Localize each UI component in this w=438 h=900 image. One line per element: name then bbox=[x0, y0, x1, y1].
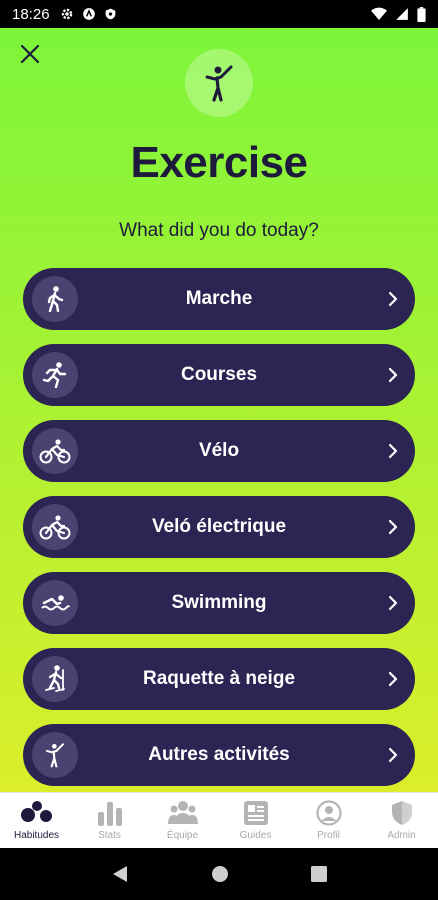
chevron-right-icon bbox=[388, 595, 398, 611]
security-shield-icon bbox=[105, 8, 115, 20]
person-stretch-icon bbox=[205, 65, 233, 102]
bottom-nav: Habitudes Stats Équipe Guides Profil Adm… bbox=[0, 792, 438, 848]
settings-gear-icon bbox=[61, 8, 72, 20]
nav-label: Équipe bbox=[166, 830, 199, 841]
bar-chart-icon bbox=[97, 802, 122, 826]
nav-label: Guides bbox=[239, 830, 272, 841]
team-icon bbox=[167, 801, 198, 824]
nav-guides[interactable]: Guides bbox=[219, 793, 292, 848]
nav-profil[interactable]: Profil bbox=[292, 793, 365, 848]
back-icon[interactable] bbox=[111, 864, 129, 884]
nav-stats[interactable]: Stats bbox=[73, 793, 146, 848]
page-subtitle: What did you do today? bbox=[119, 220, 319, 241]
activity-swim-button[interactable]: Swimming bbox=[23, 572, 415, 634]
bicycle-icon bbox=[32, 428, 78, 474]
battery-icon bbox=[417, 6, 426, 22]
swimming-icon bbox=[32, 580, 78, 626]
shield-icon bbox=[391, 801, 412, 825]
activity-label: Marche bbox=[185, 288, 253, 309]
nav-label: Stats bbox=[98, 830, 121, 841]
cell-signal-icon bbox=[396, 8, 408, 20]
activity-label: Courses bbox=[180, 364, 258, 385]
walking-icon bbox=[32, 276, 78, 322]
chevron-right-icon bbox=[388, 519, 398, 535]
activity-ebike-button[interactable]: Veló électrique bbox=[23, 496, 415, 558]
activity-label: Raquette à neige bbox=[142, 668, 296, 689]
activity-label: Vélo bbox=[198, 440, 240, 461]
exercise-hero-icon bbox=[185, 49, 253, 117]
wifi-icon bbox=[371, 7, 387, 21]
status-time: 18:26 bbox=[12, 5, 50, 23]
guide-icon bbox=[243, 801, 268, 825]
home-icon[interactable] bbox=[211, 865, 229, 883]
chevron-right-icon bbox=[388, 747, 398, 763]
habits-icon bbox=[20, 801, 52, 822]
activity-label: Veló électrique bbox=[151, 516, 287, 537]
nav-label: Profil bbox=[317, 830, 340, 841]
close-button[interactable] bbox=[16, 40, 44, 68]
recents-icon[interactable] bbox=[311, 866, 327, 882]
nav-label: Admin bbox=[387, 830, 416, 841]
nav-label: Habitudes bbox=[13, 830, 60, 841]
e-bike-icon bbox=[32, 504, 78, 550]
activity-bike-button[interactable]: Vélo bbox=[23, 420, 415, 482]
nav-habitudes[interactable]: Habitudes bbox=[0, 793, 73, 848]
activity-snowshoe-button[interactable]: Raquette à neige bbox=[23, 648, 415, 710]
system-nav-bar bbox=[0, 848, 438, 900]
page-title: Exercise bbox=[130, 138, 308, 187]
activity-run-button[interactable]: Courses bbox=[23, 344, 415, 406]
chevron-right-icon bbox=[388, 291, 398, 307]
profile-icon bbox=[315, 800, 342, 826]
chevron-right-icon bbox=[388, 443, 398, 459]
activity-label: Autres activités bbox=[148, 744, 290, 765]
exercise-screen: Exercise What did you do today? Marche C… bbox=[0, 28, 438, 792]
nav-equipe[interactable]: Équipe bbox=[146, 793, 219, 848]
activity-label: Swimming bbox=[171, 592, 267, 613]
person-stretch-icon bbox=[32, 732, 78, 778]
close-icon bbox=[20, 44, 40, 64]
notification-app-icon bbox=[82, 8, 95, 20]
chevron-right-icon bbox=[388, 367, 398, 383]
running-icon bbox=[32, 352, 78, 398]
chevron-right-icon bbox=[388, 671, 398, 687]
nav-admin[interactable]: Admin bbox=[365, 793, 438, 848]
activity-other-button[interactable]: Autres activités bbox=[23, 724, 415, 786]
activity-walk-button[interactable]: Marche bbox=[23, 268, 415, 330]
status-bar: 18:26 bbox=[0, 0, 438, 28]
snowshoe-icon bbox=[32, 656, 78, 702]
